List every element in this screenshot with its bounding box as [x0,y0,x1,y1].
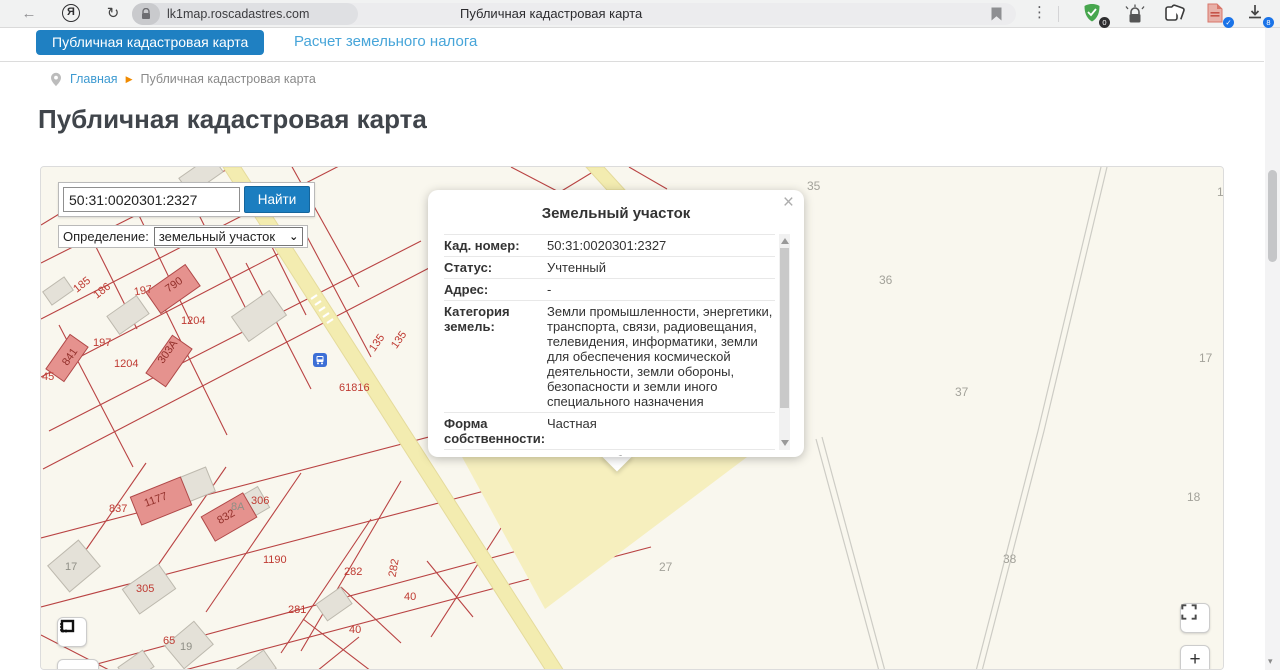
popup-row: Адрес:- [444,279,775,301]
lock-icon[interactable] [132,3,160,25]
selected-option: земельный участок [159,229,275,244]
popup-body: Кад. номер:50:31:0020301:2327Статус:Учте… [444,234,790,456]
pin-icon [50,72,62,87]
popup-row: Кадастровая стоимость:4688700 руб [444,450,775,456]
filter-panel: Определение: земельный участок ⌄ [58,225,308,248]
object-type-select[interactable]: земельный участок ⌄ [154,227,303,246]
tab-public-cadastral-map[interactable]: Публичная кадастровая карта [36,30,264,55]
back-icon[interactable]: ← [18,4,40,24]
toolbar-divider [1058,6,1059,22]
find-button[interactable]: Найти [244,186,310,213]
downloads-badge: 8 [1263,17,1274,28]
tab-land-tax-calc[interactable]: Расчет земельного налога [294,33,477,50]
search-panel: Найти [58,182,315,217]
popup-row: Статус:Учтенный [444,257,775,279]
privacy-extension-icon[interactable] [1124,3,1148,25]
scroll-up-icon[interactable] [781,238,789,244]
popup-row: Форма собственности:Частная [444,413,775,450]
scrollbar-down-icon[interactable]: ▾ [1268,656,1273,667]
scrollbar-thumb[interactable] [780,248,789,408]
adblock-extension-icon[interactable]: 0 [1082,3,1106,25]
tabs-extension-icon[interactable] [1164,3,1188,25]
breadcrumb-current: Публичная кадастровая карта [141,72,316,86]
url-text: lk1map.roscadastres.com [160,7,309,21]
page-scrollbar[interactable]: ▾ [1265,28,1280,670]
downloads-icon[interactable]: 8 [1246,3,1270,25]
measure-tool-button[interactable] [57,617,87,647]
browser-page-title: Публичная кадастровая карта [460,6,642,21]
zoom-in-button[interactable]: + [1180,645,1210,670]
header-divider [0,61,1264,62]
filter-label: Определение: [63,229,149,244]
adblock-badge: 0 [1099,17,1110,28]
kebab-menu-icon[interactable]: ⋮ [1032,3,1047,21]
reload-icon[interactable]: ↻ [102,4,124,24]
popup-title: Земельный участок [428,190,804,222]
breadcrumb-arrow-icon: ▶ [126,74,133,85]
popup-row: Кад. номер:50:31:0020301:2327 [444,234,775,257]
coords-button[interactable] [57,659,99,670]
bus-stop-icon [313,353,327,367]
fullscreen-button[interactable] [1180,603,1210,633]
page-title: Публичная кадастровая карта [38,104,427,135]
site-header: Публичная кадастровая карта Расчет земел… [0,28,1264,61]
address-bar[interactable]: lk1map.roscadastres.com Публичная кадаст… [132,3,1016,25]
chevron-down-icon: ⌄ [289,230,298,243]
docs-check-badge: ✓ [1223,17,1234,28]
breadcrumb: Главная ▶ Публичная кадастровая карта [50,70,316,88]
popup-scrollbar[interactable] [779,234,790,450]
parcel-popup: Земельный участок × Кад. номер:50:31:002… [428,190,804,457]
map-container[interactable]: 18518619779012041978411204303А4513513561… [40,166,1224,670]
page-scrollbar-thumb[interactable] [1268,170,1277,262]
popup-rows: Кад. номер:50:31:0020301:2327Статус:Учте… [444,234,775,456]
browser-chrome: ← Я ↻ lk1map.roscadastres.com Публичная … [0,0,1280,28]
close-icon[interactable]: × [783,192,794,214]
yandex-browser-icon[interactable]: Я [62,4,80,22]
bookmark-icon[interactable] [991,7,1002,26]
domain-pill: lk1map.roscadastres.com [132,3,358,25]
popup-row: Категория земель:Земли промышленности, э… [444,301,775,413]
scroll-down-icon[interactable] [781,440,789,446]
docs-extension-icon[interactable]: ✓ [1206,3,1230,25]
search-input[interactable] [63,187,240,212]
breadcrumb-home-link[interactable]: Главная [70,72,118,86]
